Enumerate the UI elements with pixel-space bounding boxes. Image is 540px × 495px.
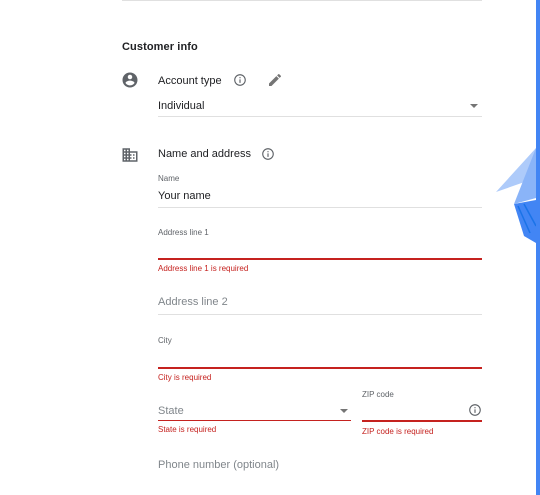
name-address-label: Name and address: [158, 148, 251, 160]
state-dropdown-icon[interactable]: [340, 409, 348, 413]
zip-field[interactable]: [362, 420, 482, 422]
name-address-info-icon[interactable]: [261, 147, 275, 161]
name-field-label: Name: [158, 174, 180, 183]
state-error: State is required: [158, 425, 217, 434]
zip-info-icon[interactable]: [468, 403, 482, 417]
phone-placeholder[interactable]: Phone number (optional): [158, 459, 279, 471]
zip-error: ZIP code is required: [362, 427, 434, 436]
city-label: City: [158, 336, 172, 345]
decorative-illustration: [496, 148, 537, 243]
account-circle-icon: [121, 71, 139, 89]
pencil-icon[interactable]: [267, 72, 283, 88]
address-line-1-label: Address line 1: [158, 228, 209, 237]
address-line-1-error: Address line 1 is required: [158, 264, 249, 273]
account-type-dropdown-icon[interactable]: [470, 104, 478, 108]
address-line-2-field[interactable]: [158, 314, 482, 315]
building-icon: [121, 146, 139, 164]
address-line-2-placeholder[interactable]: Address line 2: [158, 296, 228, 308]
account-type-label: Account type: [158, 75, 222, 87]
address-line-1-field[interactable]: [158, 258, 482, 260]
state-placeholder[interactable]: State: [158, 405, 184, 417]
state-select[interactable]: [158, 420, 351, 421]
city-error: City is required: [158, 373, 212, 382]
section-title: Customer info: [122, 41, 198, 53]
zip-label: ZIP code: [362, 390, 394, 399]
account-type-value: Individual: [158, 100, 205, 112]
right-accent-rail: [536, 0, 540, 495]
name-field[interactable]: [158, 207, 482, 208]
account-type-select[interactable]: [158, 116, 482, 117]
top-divider: [122, 0, 482, 1]
city-field[interactable]: [158, 367, 482, 369]
name-field-value[interactable]: Your name: [158, 190, 211, 202]
account-info-icon[interactable]: [233, 73, 247, 87]
